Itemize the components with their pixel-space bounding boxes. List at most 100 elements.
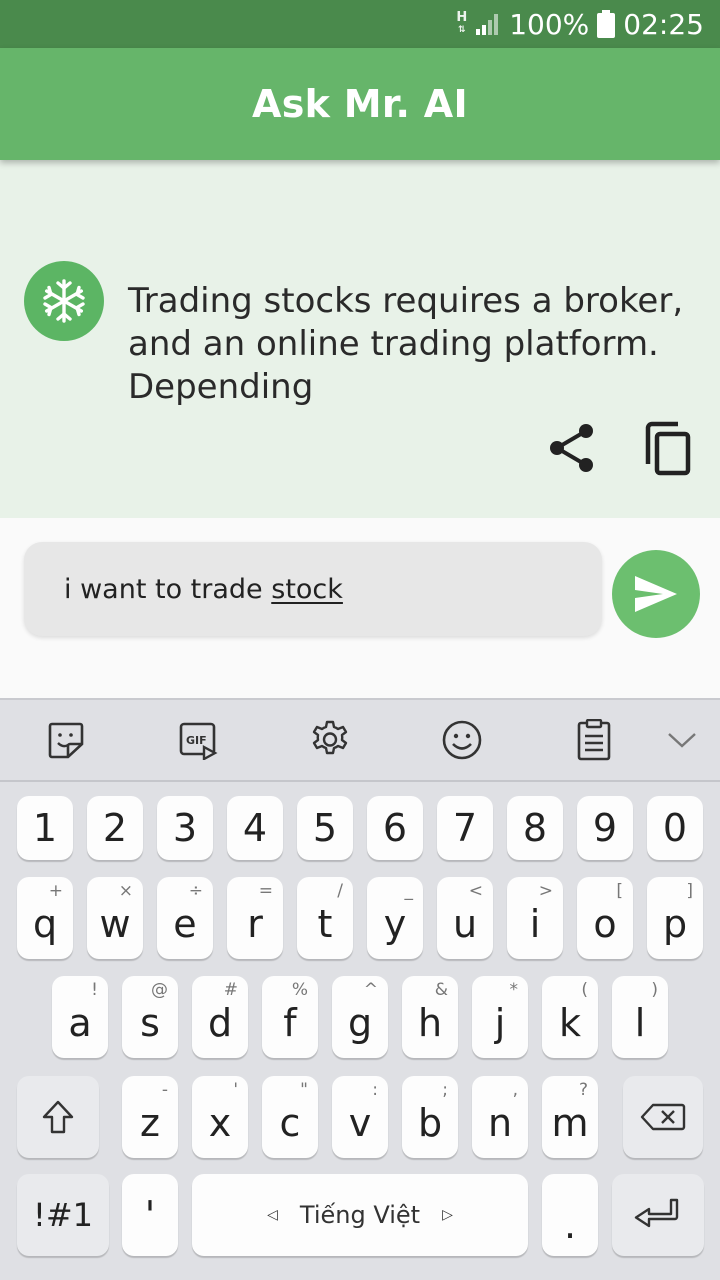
key-m[interactable]: ? m xyxy=(542,1076,598,1158)
signal-icon xyxy=(475,12,501,36)
key-secondary-label: [ xyxy=(616,881,623,901)
gif-button[interactable]: GIF xyxy=(176,718,220,762)
key-h[interactable]: & h xyxy=(402,976,458,1058)
key-label: f xyxy=(283,1001,297,1045)
key-label: i xyxy=(529,902,541,946)
key-secondary-label: ? xyxy=(578,1080,588,1100)
apostrophe-key[interactable]: ' xyxy=(122,1174,178,1256)
app-bar: Ask Mr. AI xyxy=(0,48,720,160)
collapse-keyboard-button[interactable] xyxy=(660,718,704,762)
sticker-icon xyxy=(48,722,84,759)
key-label: x xyxy=(208,1101,232,1145)
key-label: q xyxy=(32,902,58,946)
key-j[interactable]: * j xyxy=(472,976,528,1058)
key-label: !#1 xyxy=(33,1196,93,1234)
backspace-key[interactable] xyxy=(623,1076,703,1158)
key-e[interactable]: ÷ e xyxy=(157,877,213,959)
space-label: Tiếng Việt xyxy=(299,1201,421,1229)
sticker-button[interactable] xyxy=(44,718,88,762)
key-label: n xyxy=(487,1101,513,1145)
send-button[interactable] xyxy=(612,550,700,638)
key-q[interactable]: + q xyxy=(17,877,73,959)
key-0[interactable]: 0 xyxy=(647,796,703,860)
chevron-down-icon xyxy=(668,733,696,748)
copy-button[interactable] xyxy=(640,418,694,478)
key-secondary-label: : xyxy=(372,1080,378,1100)
key-c[interactable]: " c xyxy=(262,1076,318,1158)
key-secondary-label: ] xyxy=(686,881,693,901)
network-type-icon: H ⇅ xyxy=(456,10,468,35)
key-a[interactable]: ! a xyxy=(52,976,108,1058)
key-p[interactable]: ] p xyxy=(647,877,703,959)
shift-key[interactable] xyxy=(17,1076,99,1158)
key-label: 1 xyxy=(32,806,58,850)
key-3[interactable]: 3 xyxy=(157,796,213,860)
key-x[interactable]: ' x xyxy=(192,1076,248,1158)
bot-message: Trading stocks requires a broker, and an… xyxy=(128,281,684,407)
key-label: m xyxy=(551,1101,589,1145)
space-label-group: ◁ Tiếng Việt ▷ xyxy=(267,1201,453,1229)
key-5[interactable]: 5 xyxy=(297,796,353,860)
key-secondary-label: @ xyxy=(151,980,168,1000)
space-key[interactable]: ◁ Tiếng Việt ▷ xyxy=(192,1174,528,1256)
key-v[interactable]: :v xyxy=(332,1076,388,1158)
network-type-label: H xyxy=(456,10,468,25)
emoji-button[interactable] xyxy=(440,718,484,762)
key-b[interactable]: ; b xyxy=(402,1076,458,1158)
enter-key[interactable] xyxy=(612,1174,704,1256)
key-8[interactable]: 8 xyxy=(507,796,563,860)
key-z[interactable]: -z xyxy=(122,1076,178,1158)
key-label: ' xyxy=(144,1193,156,1237)
clipboard-icon xyxy=(577,719,611,761)
key-label: l xyxy=(634,1001,646,1045)
key-g[interactable]: ^ g xyxy=(332,976,388,1058)
key-d[interactable]: # d xyxy=(192,976,248,1058)
key-secondary-label: ; xyxy=(442,1080,448,1100)
settings-button[interactable] xyxy=(308,718,352,762)
key-secondary-label: * xyxy=(509,980,519,1000)
input-underlined-word: stock xyxy=(271,573,343,605)
bot-avatar xyxy=(24,261,104,341)
key-i[interactable]: > i xyxy=(507,877,563,959)
key-y[interactable]: _ y xyxy=(367,877,423,959)
key-label: 6 xyxy=(382,806,408,850)
key-u[interactable]: < u xyxy=(437,877,493,959)
backspace-icon xyxy=(640,1103,686,1131)
key-o[interactable]: [o xyxy=(577,877,633,959)
key-label: e xyxy=(173,902,197,946)
key-7[interactable]: 7 xyxy=(437,796,493,860)
share-button[interactable] xyxy=(546,422,598,474)
key-w[interactable]: × w xyxy=(87,877,143,959)
clock: 02:25 xyxy=(623,7,704,41)
key-secondary-label: + xyxy=(48,881,63,901)
key-secondary-label: × xyxy=(118,881,133,901)
key-secondary-label: < xyxy=(468,881,483,901)
key-secondary-label: > xyxy=(538,881,553,901)
gif-icon: GIF xyxy=(179,722,218,760)
period-key[interactable]: . xyxy=(542,1174,598,1256)
symbols-key[interactable]: !#1 xyxy=(17,1174,109,1256)
key-r[interactable]: = r xyxy=(227,877,283,959)
key-label: j xyxy=(494,1001,506,1045)
clipboard-button[interactable] xyxy=(572,718,616,762)
key-secondary-label: / xyxy=(337,881,343,901)
key-9[interactable]: 9 xyxy=(577,796,633,860)
key-t[interactable]: / t xyxy=(297,877,353,959)
composer: i want to trade stock xyxy=(0,518,720,698)
key-label: 5 xyxy=(312,806,338,850)
key-l[interactable]: ) l xyxy=(612,976,668,1058)
key-6[interactable]: 6 xyxy=(367,796,423,860)
send-icon xyxy=(635,576,677,612)
key-label: 7 xyxy=(452,806,478,850)
key-s[interactable]: @ s xyxy=(122,976,178,1058)
key-4[interactable]: 4 xyxy=(227,796,283,860)
key-k[interactable]: (k xyxy=(542,976,598,1058)
key-label: 4 xyxy=(242,806,268,850)
key-1[interactable]: 1 xyxy=(17,796,73,860)
key-n[interactable]: ,n xyxy=(472,1076,528,1158)
key-f[interactable]: % f xyxy=(262,976,318,1058)
key-2[interactable]: 2 xyxy=(87,796,143,860)
key-label: p xyxy=(662,902,688,946)
message-input[interactable]: i want to trade stock xyxy=(24,542,602,636)
key-label: w xyxy=(99,902,131,946)
